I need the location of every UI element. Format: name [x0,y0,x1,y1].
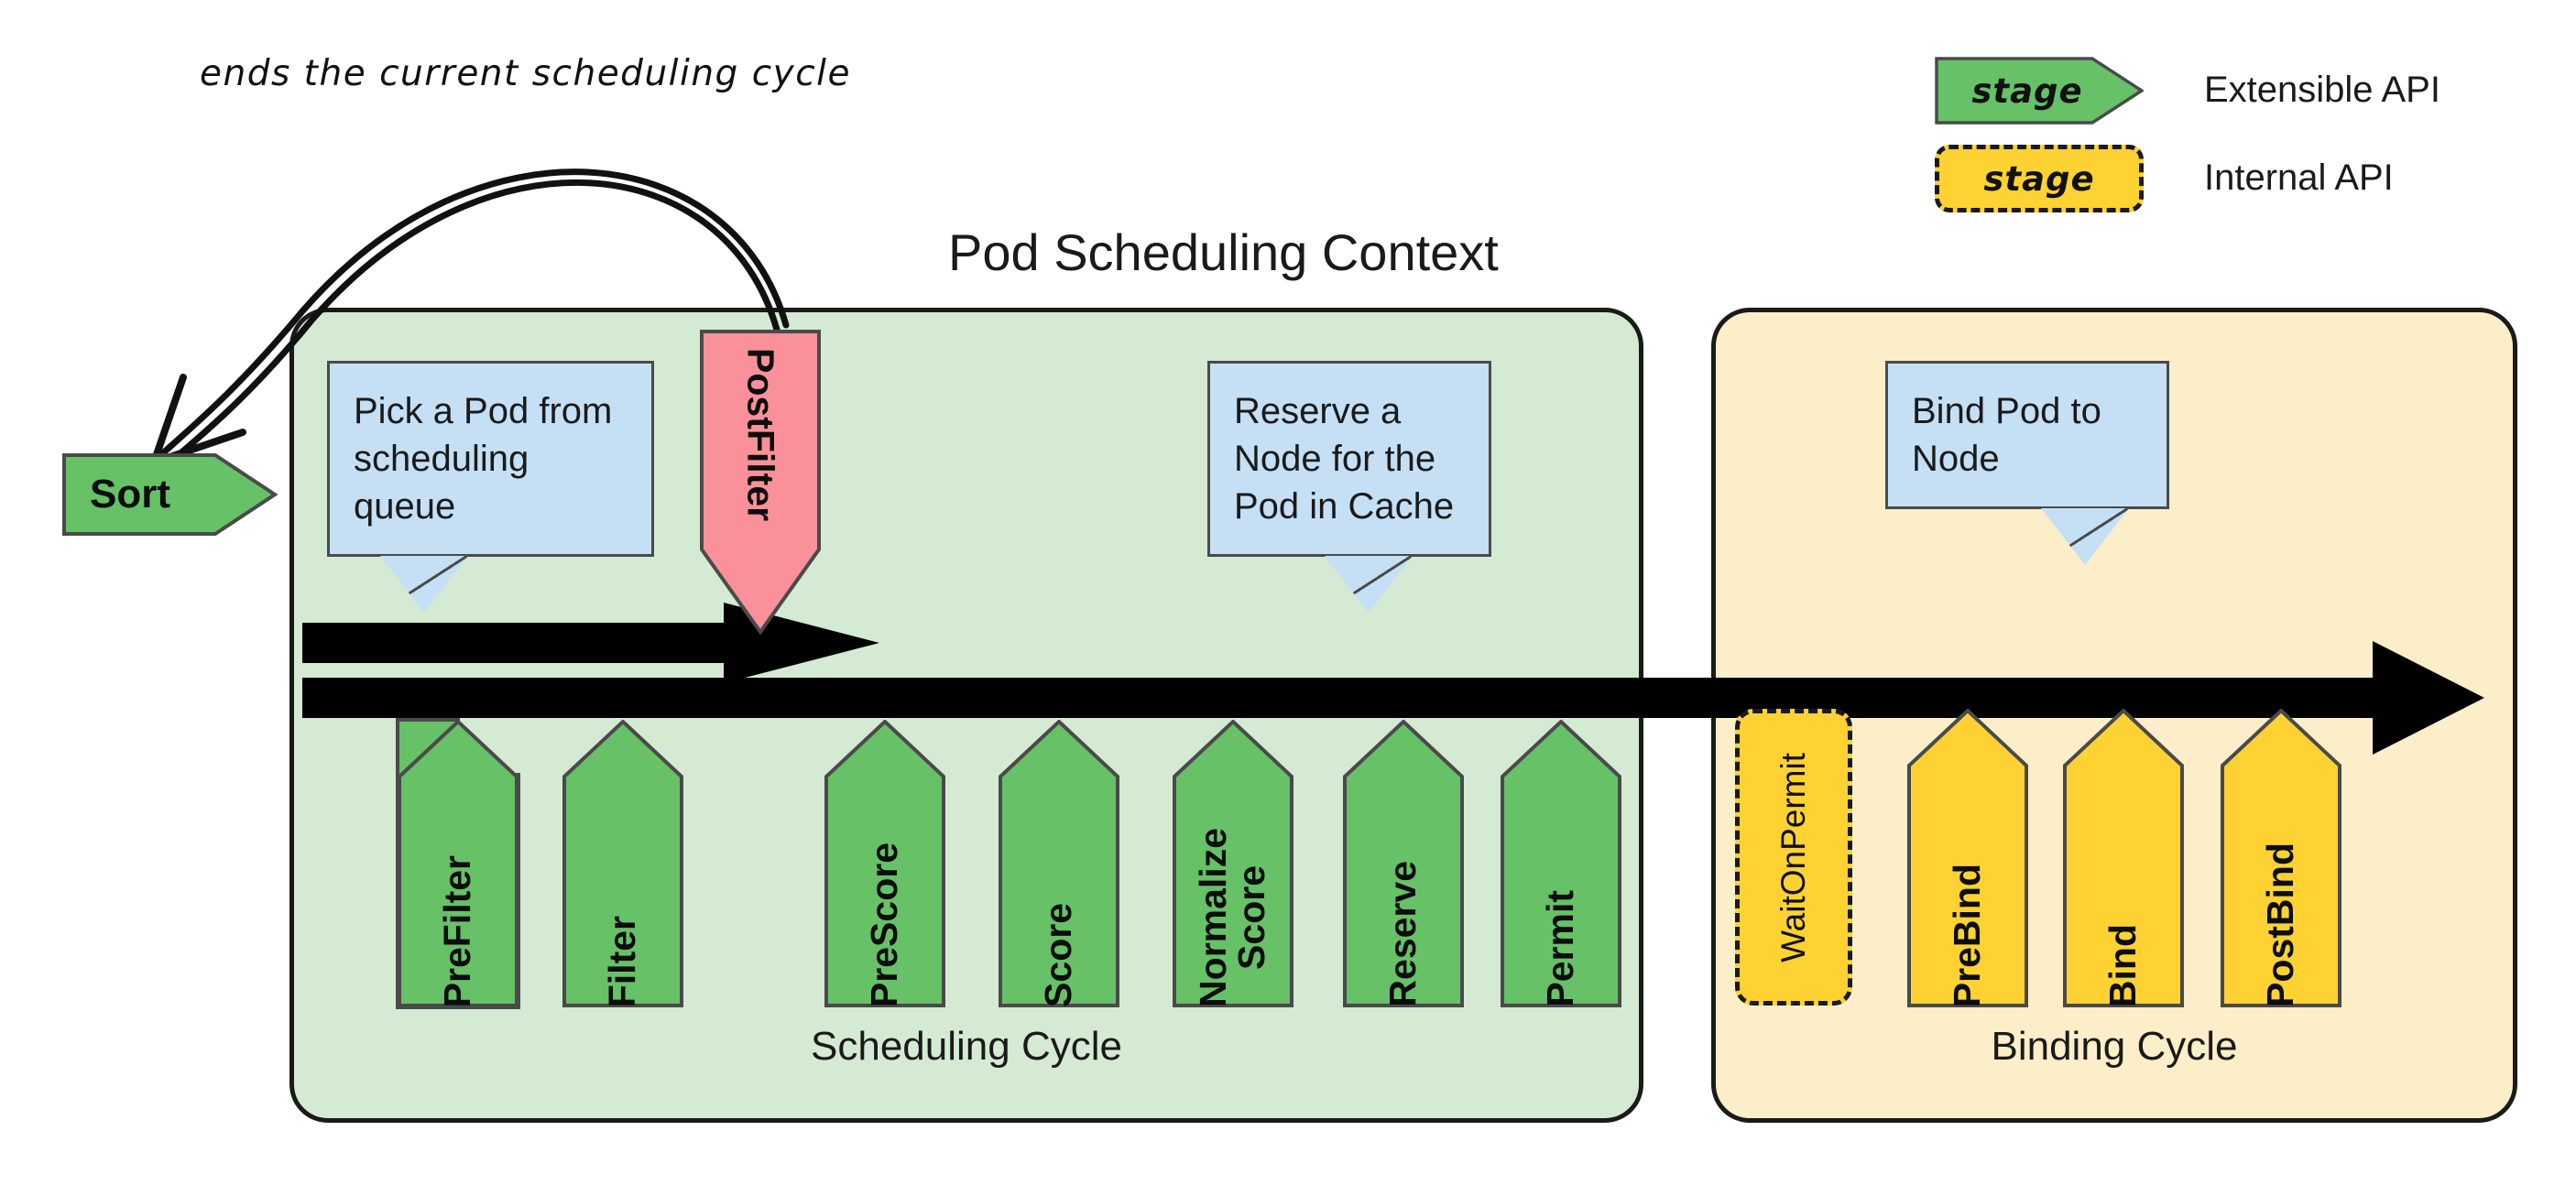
callout-bind-pod: Bind Pod to Node [1885,361,2169,565]
stage-label: Reserve [1381,861,1424,1007]
callout-reserve-node: Reserve a Node for the Pod in Cache [1207,361,1491,613]
stage-prebind[interactable]: PreBind [1907,709,2028,1007]
stage-filter[interactable]: Filter [562,720,683,1007]
stage-prefilter[interactable]: PreFilter [398,720,518,1007]
binding-cycle-label: Binding Cycle [1991,1024,2238,1069]
stage-label: Sort [90,472,170,516]
stage-reserve[interactable]: Reserve [1343,720,1464,1007]
diagram-canvas: Pod Scheduling Context ends the current … [0,0,2576,1196]
page-title: Pod Scheduling Context [948,223,1499,281]
stage-postbind[interactable]: PostBind [2221,709,2341,1007]
legend-description: Extensible API [2204,70,2440,110]
legend-chip-label: stage [1983,158,2095,199]
legend-chip-extensible: stage [1935,57,2144,125]
callout-text: Pick a Pod from scheduling queue [327,361,654,557]
stage-normalize-score[interactable]: Normalize Score [1173,720,1293,1007]
annotation-arrowhead-icon [150,374,246,466]
stage-waitonpermit[interactable]: WaitOnPermit [1735,709,1852,1006]
stage-label: Permit [1539,890,1582,1007]
stage-label: PostFilter [739,348,782,522]
stage-prescore[interactable]: PreScore [824,720,945,1007]
callout-text: Reserve a Node for the Pod in Cache [1207,361,1491,557]
stage-label: Filter [601,915,644,1007]
stage-permit[interactable]: Permit [1501,720,1621,1007]
stage-label: PreBind [1946,863,1989,1007]
stage-label: WaitOnPermit [1774,752,1812,962]
stage-label: Normalize Score [1192,828,1272,1007]
stage-sort[interactable]: Sort [64,455,275,534]
legend-description: Internal API [2204,158,2394,198]
stage-label: Score [1037,903,1080,1007]
legend-chip-internal: stage [1935,145,2144,212]
stage-score[interactable]: Score [999,720,1119,1007]
scheduling-cycle-label: Scheduling Cycle [811,1024,1122,1069]
callout-text: Bind Pod to Node [1885,361,2169,509]
legend-chip-label: stage [1971,71,2083,111]
stage-label: Bind [2101,923,2145,1007]
stage-postfilter[interactable]: PostFilter [702,332,819,632]
stage-label: PreFilter [436,854,479,1007]
stage-label: PostBind [2259,843,2302,1007]
annotation-label: ends the current scheduling cycle [200,53,851,94]
callout-pick-a-pod: Pick a Pod from scheduling queue [327,361,654,613]
stage-bind[interactable]: Bind [2063,709,2184,1007]
stage-label: PreScore [863,842,906,1007]
